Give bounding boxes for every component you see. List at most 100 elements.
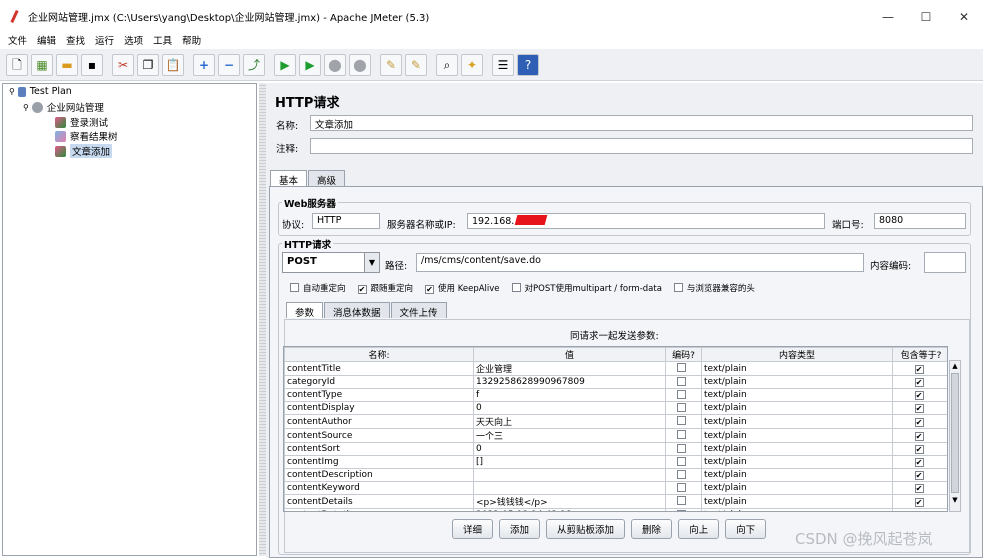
new-icon[interactable]: 🗋 <box>6 53 28 76</box>
follow-redirect-checkbox[interactable]: ✔ 跟随重定向 <box>357 282 413 294</box>
menu-edit[interactable]: 编辑 <box>37 33 56 47</box>
param-encode-cell[interactable] <box>665 428 702 443</box>
name-field[interactable]: 文章添加 <box>310 115 973 131</box>
param-name-cell[interactable]: contentSort <box>284 442 474 456</box>
param-type-cell[interactable]: text/plain <box>701 388 893 402</box>
include-equals-checkbox[interactable]: ✔ <box>914 391 924 400</box>
tree-item-article-add[interactable]: 文章添加 <box>55 144 113 158</box>
param-encode-cell[interactable] <box>665 455 702 469</box>
param-encode-cell[interactable] <box>665 375 702 389</box>
include-equals-checkbox[interactable]: ✔ <box>914 471 924 480</box>
col-encode[interactable]: 编码? <box>665 347 702 362</box>
include-equals-checkbox[interactable]: ✔ <box>914 378 924 387</box>
param-value-cell[interactable]: 1329258628990967809 <box>473 375 666 389</box>
param-value-cell[interactable]: 2023-05-12 14:43:18 <box>473 508 666 511</box>
encode-checkbox[interactable] <box>677 443 686 453</box>
param-name-cell[interactable]: contentTitle <box>284 361 474 376</box>
param-value-cell[interactable]: f <box>473 388 666 402</box>
scroll-down-icon[interactable]: ▼ <box>950 495 960 505</box>
param-name-cell[interactable]: contentSource <box>284 428 474 443</box>
encode-checkbox[interactable] <box>677 389 686 399</box>
table-row[interactable]: contentDatetime2023-05-12 14:43:18 text/p… <box>284 508 947 512</box>
param-name-cell[interactable]: contentImg <box>284 455 474 469</box>
encode-checkbox[interactable] <box>677 430 686 439</box>
clear-all-icon[interactable]: ✎ <box>405 53 427 76</box>
param-include-equals-cell[interactable]: ✔ <box>892 388 947 402</box>
param-include-equals-cell[interactable]: ✔ <box>892 455 947 469</box>
menu-search[interactable]: 查找 <box>66 33 85 47</box>
param-type-cell[interactable]: text/plain <box>701 494 893 509</box>
clear-icon[interactable]: ✎ <box>380 53 402 76</box>
tab-advanced[interactable]: 高级 <box>308 170 346 187</box>
help-icon[interactable]: ? <box>517 53 539 76</box>
param-type-cell[interactable]: text/plain <box>701 481 893 495</box>
param-type-cell[interactable]: text/plain <box>701 455 893 469</box>
param-encode-cell[interactable] <box>665 361 702 376</box>
scroll-up-icon[interactable]: ▲ <box>950 361 960 371</box>
param-value-cell[interactable]: [] <box>473 455 666 469</box>
comment-field[interactable] <box>310 138 973 154</box>
param-value-cell[interactable] <box>473 481 666 495</box>
tree-item-results-tree[interactable]: 察看结果树 <box>55 129 118 143</box>
multipart-checkbox[interactable]: 对POST使用multipart / form-data <box>511 282 662 294</box>
menu-run[interactable]: 运行 <box>95 33 114 47</box>
param-include-equals-cell[interactable]: ✔ <box>892 401 947 415</box>
param-encode-cell[interactable] <box>665 494 702 509</box>
encode-checkbox[interactable] <box>677 482 686 492</box>
include-equals-checkbox[interactable]: ✔ <box>914 364 924 374</box>
minimize-button[interactable]: — <box>869 0 907 33</box>
col-value[interactable]: 值 <box>473 347 666 362</box>
include-equals-checkbox[interactable]: ✔ <box>914 484 924 493</box>
start-no-pause-icon[interactable]: ▶ <box>299 53 321 76</box>
param-type-cell[interactable]: text/plain <box>701 361 893 376</box>
param-encode-cell[interactable] <box>665 468 702 482</box>
add-button[interactable]: 添加 <box>499 519 541 539</box>
col-content-type[interactable]: 内容类型 <box>701 347 893 362</box>
server-field[interactable]: 192.168. <box>467 213 825 229</box>
path-field[interactable]: /ms/cms/content/save.do <box>416 253 864 272</box>
auto-redirect-checkbox[interactable]: 自动重定向 <box>290 282 346 294</box>
open-icon[interactable]: ▬ <box>56 53 78 76</box>
param-include-equals-cell[interactable]: ✔ <box>892 468 947 482</box>
browser-compatible-headers-checkbox[interactable]: 与浏览器兼容的头 <box>673 282 755 294</box>
include-equals-checkbox[interactable]: ✔ <box>914 404 924 413</box>
param-include-equals-cell[interactable]: ✔ <box>892 361 947 376</box>
function-helper-icon[interactable]: ☰ <box>492 53 514 76</box>
shutdown-icon[interactable]: ⬤ <box>349 53 371 76</box>
expand-icon[interactable]: + <box>193 53 215 76</box>
table-row[interactable]: contentImg[] text/plain ✔ <box>284 455 947 469</box>
include-equals-checkbox[interactable]: ✔ <box>915 511 924 512</box>
param-encode-cell[interactable] <box>665 388 702 402</box>
param-name-cell[interactable]: contentDetails <box>284 494 474 509</box>
col-include-equals[interactable]: 包含等于? <box>892 347 947 362</box>
maximize-button[interactable]: ☐ <box>907 0 945 33</box>
table-row[interactable]: contentAuthor 天天向上 text/plain ✔ <box>284 414 947 429</box>
delete-button[interactable]: 删除 <box>631 519 673 539</box>
table-row[interactable]: contentDisplay 0 text/plain ✔ <box>284 401 947 415</box>
param-encode-cell[interactable] <box>665 481 702 495</box>
param-value-cell[interactable]: 0 <box>473 442 666 456</box>
param-encode-cell[interactable] <box>665 442 702 456</box>
param-include-equals-cell[interactable]: ✔ <box>892 428 947 443</box>
table-row[interactable]: contentSource 一个三 text/plain ✔ <box>284 428 947 443</box>
param-encode-cell[interactable] <box>665 508 702 511</box>
table-scrollbar[interactable]: ▲ ▼ <box>949 360 961 512</box>
table-row[interactable]: contentType f text/plain ✔ <box>284 388 947 402</box>
encoding-field[interactable] <box>924 252 966 273</box>
include-equals-checkbox[interactable]: ✔ <box>914 431 924 441</box>
table-row[interactable]: contentKeyword text/plain ✔ <box>284 481 947 495</box>
param-type-cell[interactable]: text/plain <box>701 428 893 443</box>
table-row[interactable]: categoryId 1329258628990967809 text/plain ✔ <box>284 375 947 389</box>
encode-checkbox[interactable] <box>677 363 686 372</box>
protocol-field[interactable]: HTTP <box>312 213 380 229</box>
table-row[interactable]: contentSort 0 text/plain ✔ <box>284 442 947 456</box>
tree-item-login-test[interactable]: 登录测试 <box>55 115 108 129</box>
encode-checkbox[interactable] <box>677 402 686 412</box>
param-include-equals-cell[interactable]: ✔ <box>892 508 947 512</box>
param-type-cell[interactable]: text/plain <box>701 508 893 511</box>
table-row[interactable]: contentDetails <p>钱钱钱</p> text/plain ✔ <box>284 494 947 509</box>
param-type-cell[interactable]: text/plain <box>701 414 893 429</box>
param-type-cell[interactable]: text/plain <box>701 401 893 415</box>
param-type-cell[interactable]: text/plain <box>701 375 893 389</box>
param-type-cell[interactable]: text/plain <box>701 442 893 456</box>
